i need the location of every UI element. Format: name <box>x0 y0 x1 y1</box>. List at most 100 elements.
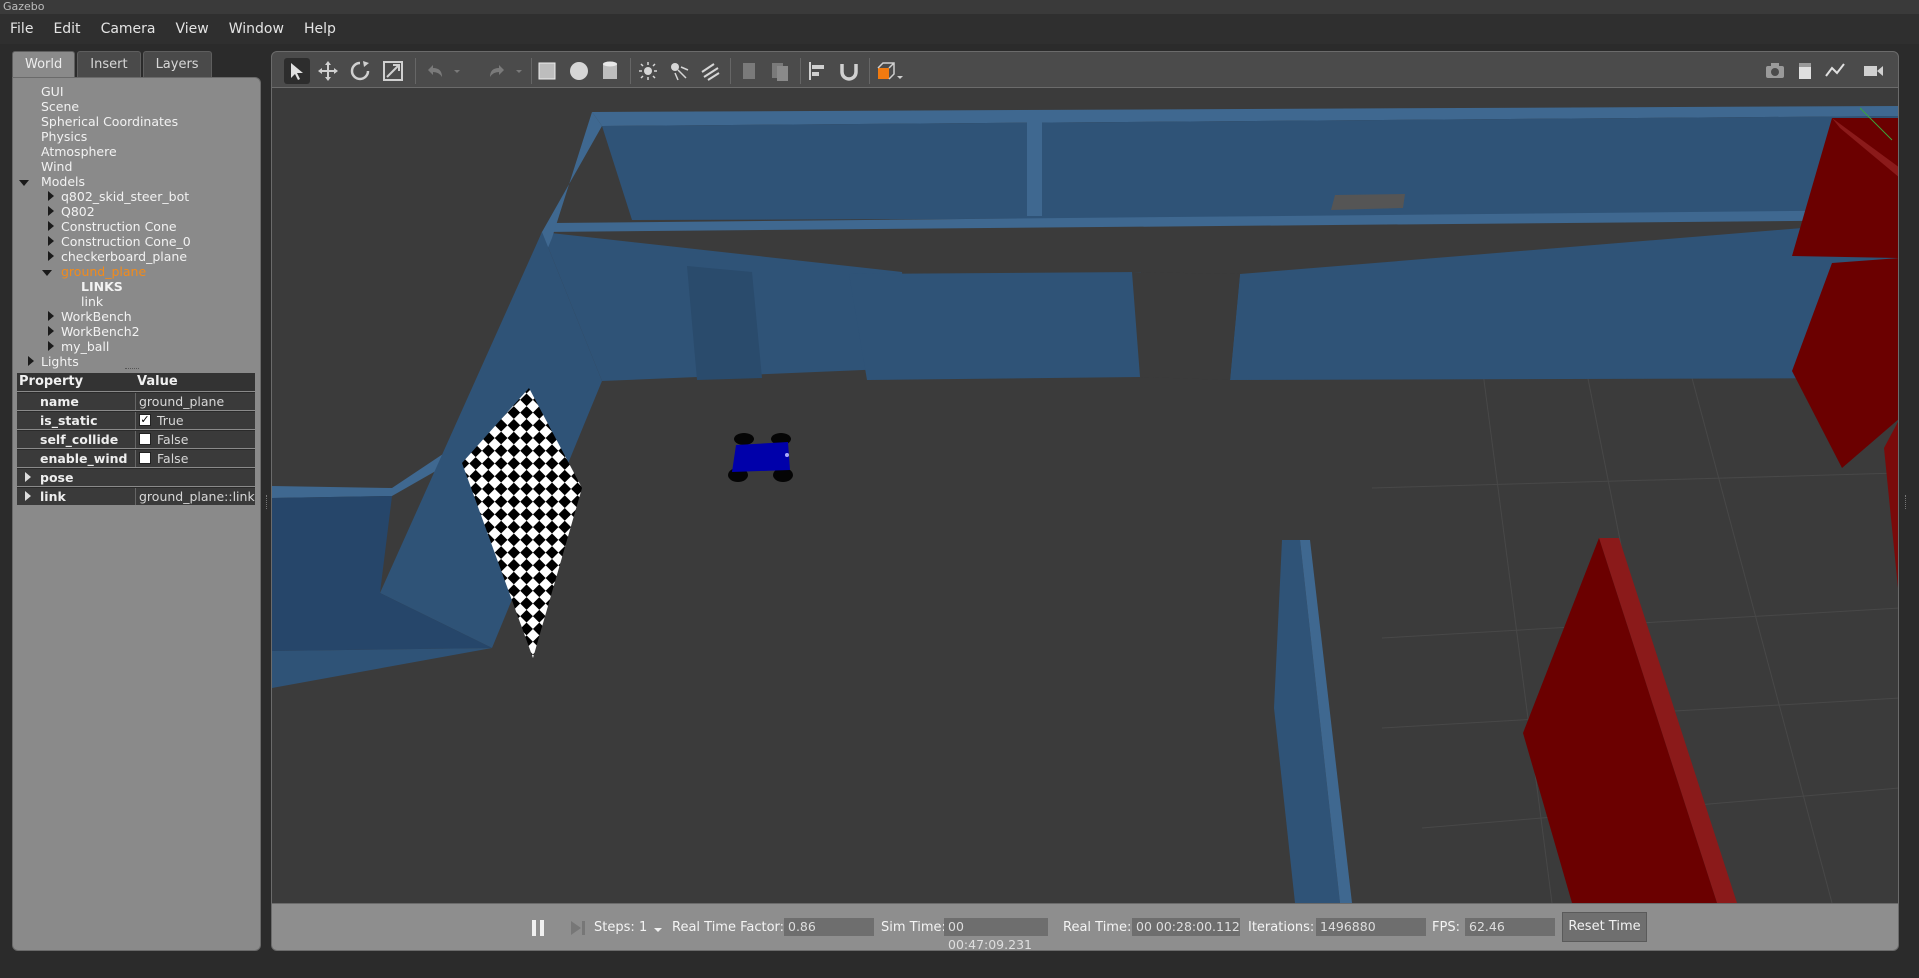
undo-icon[interactable] <box>424 60 446 82</box>
tree-item-model[interactable]: WorkBench2 <box>61 324 140 339</box>
tab-world[interactable]: World <box>12 51 76 77</box>
enable-wind-checkbox[interactable] <box>139 452 151 464</box>
property-key: self_collide <box>40 432 119 447</box>
snap-icon[interactable] <box>838 60 860 82</box>
paste-icon[interactable] <box>769 60 791 82</box>
menu-bar: File Edit Camera View Window Help <box>0 14 1919 44</box>
scale-icon[interactable] <box>382 60 404 82</box>
view-angle-icon[interactable] <box>874 60 904 82</box>
expand-arrow-icon[interactable] <box>48 191 54 201</box>
property-row-is-static[interactable]: is_static ✓ True <box>17 411 255 429</box>
property-row-link[interactable]: link ground_plane::link <box>17 487 255 505</box>
property-value: ground_plane::link <box>139 489 255 504</box>
align-icon[interactable] <box>807 60 829 82</box>
steps-dropdown-icon[interactable] <box>653 926 663 934</box>
tree-item-model[interactable]: my_ball <box>61 339 109 354</box>
tree-item-atmosphere[interactable]: Atmosphere <box>41 144 117 159</box>
iterations-label: Iterations: <box>1248 920 1315 935</box>
property-key: enable_wind <box>40 451 128 466</box>
tree-item-lights[interactable]: Lights <box>41 354 79 369</box>
tree-item-gui[interactable]: GUI <box>41 84 64 99</box>
menu-help[interactable]: Help <box>294 14 346 44</box>
tab-layers[interactable]: Layers <box>142 51 212 77</box>
window-title: Gazebo <box>0 0 1919 14</box>
tree-item-models[interactable]: Models <box>41 174 85 189</box>
undo-dropdown-icon[interactable] <box>452 60 462 82</box>
select-arrow-icon[interactable] <box>284 58 310 84</box>
sphere-icon[interactable] <box>568 60 590 82</box>
tab-insert[interactable]: Insert <box>77 51 141 77</box>
tree-item-wind[interactable]: Wind <box>41 159 72 174</box>
expand-arrow-icon[interactable] <box>48 251 54 261</box>
tree-item-spherical-coordinates[interactable]: Spherical Coordinates <box>41 114 178 129</box>
log-icon[interactable] <box>1794 60 1816 82</box>
screenshot-icon[interactable] <box>1764 60 1786 82</box>
plot-icon[interactable] <box>1824 60 1846 82</box>
menu-window[interactable]: Window <box>219 14 294 44</box>
expand-arrow-icon[interactable] <box>48 206 54 216</box>
expand-arrow-icon[interactable] <box>48 341 54 351</box>
value-column-header: Value <box>137 374 178 389</box>
scene-render[interactable] <box>272 88 1899 903</box>
tree-item-model[interactable]: Construction Cone_0 <box>61 234 191 249</box>
point-light-icon[interactable] <box>637 60 659 82</box>
tree-item-scene[interactable]: Scene <box>41 99 79 114</box>
tree-item-physics[interactable]: Physics <box>41 129 87 144</box>
expand-arrow-icon[interactable] <box>28 356 34 366</box>
translate-icon[interactable] <box>317 60 339 82</box>
copy-icon[interactable] <box>738 60 760 82</box>
expand-arrow-icon[interactable] <box>25 491 31 501</box>
box-icon[interactable] <box>536 60 558 82</box>
time-panel: Steps: 1 Real Time Factor: 0.86 Sim Time… <box>271 903 1899 952</box>
reset-time-button[interactable]: Reset Time <box>1562 912 1647 942</box>
property-row-name[interactable]: name ground_plane <box>17 392 255 410</box>
property-row-enable-wind[interactable]: enable_wind False <box>17 449 255 467</box>
self-collide-checkbox[interactable] <box>139 433 151 445</box>
expand-arrow-icon[interactable] <box>48 326 54 336</box>
property-key: is_static <box>40 413 98 428</box>
spot-light-icon[interactable] <box>668 60 690 82</box>
menu-edit[interactable]: Edit <box>43 14 90 44</box>
3d-viewport[interactable] <box>271 88 1899 903</box>
fps-field: 62.46 <box>1465 918 1555 936</box>
property-row-pose[interactable]: pose <box>17 468 255 486</box>
expand-arrow-icon[interactable] <box>48 221 54 231</box>
expand-arrow-icon[interactable] <box>25 472 31 482</box>
tree-item-model[interactable]: q802_skid_steer_bot <box>61 189 189 204</box>
menu-file[interactable]: File <box>0 14 43 44</box>
tree-item-links-header: LINKS <box>81 279 123 294</box>
redo-icon[interactable] <box>486 60 508 82</box>
expand-arrow-icon[interactable] <box>48 311 54 321</box>
fps-label: FPS: <box>1432 920 1460 935</box>
step-icon[interactable] <box>569 919 587 937</box>
directional-light-icon[interactable] <box>699 60 721 82</box>
menu-camera[interactable]: Camera <box>91 14 166 44</box>
cylinder-icon[interactable] <box>599 60 621 82</box>
tree-item-model[interactable]: checkerboard_plane <box>61 249 187 264</box>
tree-item-model[interactable]: Construction Cone <box>61 219 177 234</box>
pause-icon[interactable] <box>530 919 546 937</box>
property-row-self-collide[interactable]: self_collide False <box>17 430 255 448</box>
property-key: name <box>40 394 79 409</box>
tree-item-link[interactable]: link <box>81 294 103 309</box>
menu-view[interactable]: View <box>166 14 219 44</box>
property-value: True <box>157 413 184 428</box>
video-record-icon[interactable] <box>1862 60 1884 82</box>
expand-arrow-icon[interactable] <box>48 236 54 246</box>
splitter-handle[interactable] <box>266 495 269 509</box>
property-value[interactable]: ground_plane <box>139 394 224 409</box>
tree-item-ground-plane[interactable]: ground_plane <box>61 264 146 279</box>
robot-model[interactable] <box>728 433 793 482</box>
collapse-arrow-icon[interactable] <box>42 270 52 276</box>
splitter-handle[interactable] <box>1905 495 1908 509</box>
tree-item-model[interactable]: Q802 <box>61 204 95 219</box>
property-table-header: Property Value <box>17 373 255 391</box>
expand-arrow-icon[interactable] <box>19 180 29 186</box>
sim-time-field: 00 00:47:09.231 <box>944 918 1048 952</box>
is-static-checkbox[interactable]: ✓ <box>139 414 151 426</box>
redo-dropdown-icon[interactable] <box>514 60 524 82</box>
rotate-icon[interactable] <box>349 60 371 82</box>
steps-value[interactable]: 1 <box>639 920 647 935</box>
splitter-handle[interactable] <box>125 368 139 371</box>
tree-item-model[interactable]: WorkBench <box>61 309 132 324</box>
